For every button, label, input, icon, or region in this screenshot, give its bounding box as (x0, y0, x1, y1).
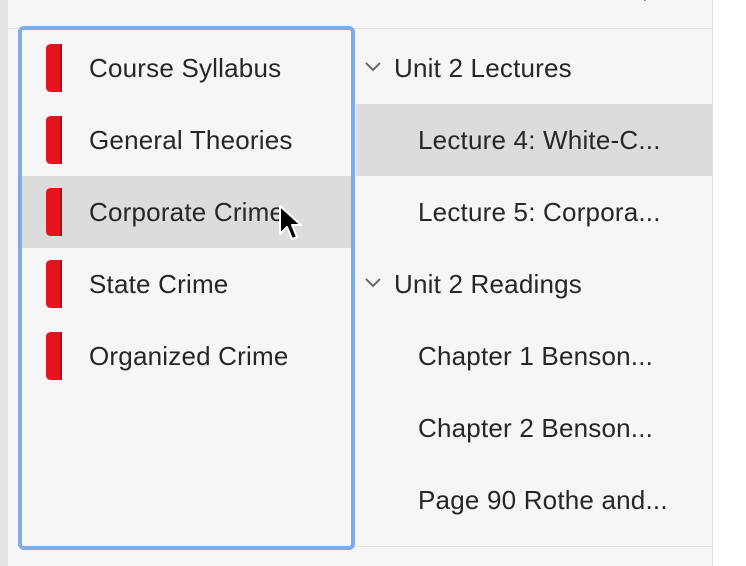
chevron-down-icon[interactable] (364, 276, 382, 290)
course-item-label: State Crime (89, 269, 229, 299)
tree-item-chapter-1[interactable]: Chapter 1 Benson... (356, 320, 712, 392)
course-item-course-syllabus[interactable]: Course Syllabus (22, 32, 351, 104)
tree-item-chapter-2[interactable]: Chapter 2 Benson... (356, 392, 712, 464)
chevron-down-icon[interactable] (640, 0, 650, 4)
tree-group-label: Unit 2 Readings (394, 269, 582, 299)
course-item-general-theories[interactable]: General Theories (22, 104, 351, 176)
tree-item-label: Page 90 Rothe and... (418, 485, 668, 515)
chevron-down-icon[interactable] (364, 60, 382, 74)
red-tab-icon (46, 116, 62, 164)
tree-item-label: Lecture 4: White-C... (418, 125, 661, 155)
red-tab-icon (46, 188, 62, 236)
red-tab-icon (46, 332, 62, 380)
course-list-pane: Course Syllabus General Theories Corpora… (18, 26, 355, 550)
left-gutter (0, 0, 8, 566)
course-item-label: Organized Crime (89, 341, 289, 371)
divider (354, 546, 712, 547)
red-tab-icon (46, 44, 62, 92)
tree-item-page-90[interactable]: Page 90 Rothe and... (356, 464, 712, 536)
tree-item-lecture-5[interactable]: Lecture 5: Corpora... (356, 176, 712, 248)
top-strip (8, 0, 712, 29)
course-item-organized-crime[interactable]: Organized Crime (22, 320, 351, 392)
tree-group-unit-2-lectures[interactable]: Unit 2 Lectures (356, 32, 712, 104)
red-tab-icon (46, 260, 62, 308)
course-item-corporate-crime[interactable]: Corporate Crime (22, 176, 351, 248)
tree-group-unit-2-readings[interactable]: Unit 2 Readings (356, 248, 712, 320)
course-item-label: Corporate Crime (89, 197, 285, 227)
course-list: Course Syllabus General Theories Corpora… (22, 32, 351, 392)
course-item-label: General Theories (89, 125, 293, 155)
tree-item-label: Lecture 5: Corpora... (418, 197, 661, 227)
app-window: Course Syllabus General Theories Corpora… (0, 0, 746, 566)
tree-group-label: Unit 2 Lectures (394, 53, 572, 83)
tree-item-label: Chapter 2 Benson... (418, 413, 654, 443)
window-margin (713, 0, 746, 566)
course-item-state-crime[interactable]: State Crime (22, 248, 351, 320)
tree-item-label: Chapter 1 Benson... (418, 341, 654, 371)
content-tree-pane: Unit 2 Lectures Lecture 4: White-C... Le… (356, 32, 712, 536)
tree-item-lecture-4[interactable]: Lecture 4: White-C... (356, 104, 712, 176)
course-item-label: Course Syllabus (89, 53, 282, 83)
